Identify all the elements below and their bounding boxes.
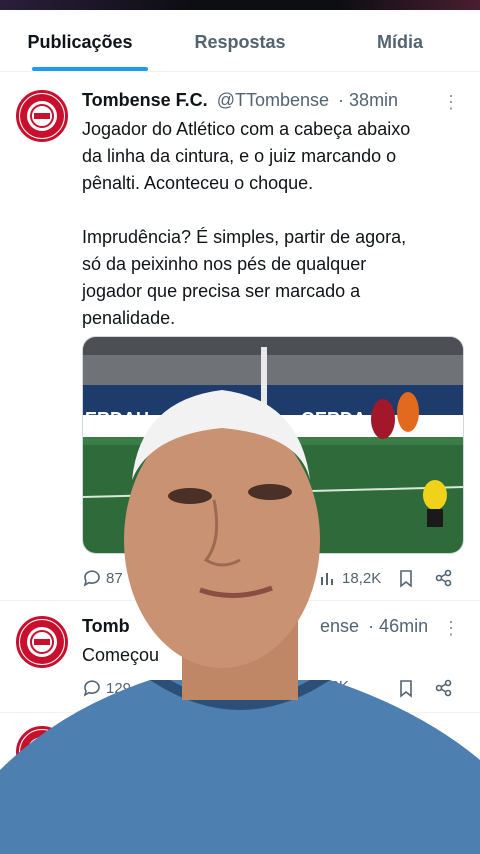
views-icon (321, 573, 333, 585)
text-line: penalidade. (82, 308, 176, 328)
bookmark-icon (400, 570, 412, 588)
divider (0, 600, 480, 601)
share-icon (435, 679, 452, 697)
reply-icon (83, 680, 100, 697)
text-line: jogador que precisa ser marcado a (82, 281, 361, 301)
avatar[interactable] (16, 90, 68, 142)
bookmark-button[interactable] (396, 678, 416, 698)
bookmark-button[interactable] (396, 568, 416, 588)
post-header: Tomb (82, 616, 130, 637)
club-crest-icon (20, 730, 64, 774)
text-line: só da peixinho nos pés de qualquer (82, 254, 367, 274)
share-icon (435, 569, 452, 587)
avatar[interactable] (16, 616, 68, 668)
reply-icon (83, 570, 100, 587)
text-line: da linha da cintura, e o juiz marcando o (82, 146, 397, 166)
text-line: Jogador do Atlético com a cabeça abaixo (82, 119, 411, 139)
tab-publicacoes[interactable]: Publicações (0, 10, 160, 71)
club-crest-icon (20, 620, 64, 664)
tab-label: Mídia (376, 32, 423, 52)
author-handle[interactable]: ense (320, 616, 359, 636)
post-actions: 129 1,2K (82, 678, 462, 702)
share-button[interactable] (434, 568, 454, 588)
views-count: 1,2K (318, 678, 349, 695)
tab-label: Respostas (194, 32, 286, 52)
reply-count: 129 (106, 679, 132, 697)
post-time: · 46min (368, 616, 429, 636)
views-count: 18,2K (342, 569, 382, 587)
tab-label: Publicações (27, 32, 133, 52)
author-handle[interactable]: @TTombense (217, 90, 329, 110)
tab-respostas[interactable]: Respostas (160, 10, 320, 71)
reply-button[interactable]: 129 (82, 678, 131, 698)
more-options-icon[interactable]: ⋮ (442, 618, 460, 639)
bookmark-icon (400, 680, 412, 698)
post-text: Jogador do Atlético com a cabeça abaixo … (82, 116, 467, 332)
active-tab-indicator (32, 67, 148, 71)
post-actions: 87 18,2K (82, 568, 462, 592)
football-match-image: ERDAU GERDA (83, 337, 463, 553)
text-line: pênalti. Aconteceu o choque. (82, 173, 314, 193)
post-media-image[interactable]: ERDAU GERDA (82, 336, 464, 554)
reply-count: 87 (106, 569, 123, 587)
avatar[interactable] (16, 726, 68, 778)
post-header-right: ense · 46min (316, 616, 428, 637)
club-crest-icon (20, 94, 64, 138)
share-button[interactable] (434, 678, 454, 698)
views-button[interactable]: 1,2K (318, 678, 349, 695)
post-header: Tombense F.C. @TTombense · 38min (82, 90, 398, 111)
board-text: GERDA (301, 409, 366, 429)
more-options-icon[interactable]: ⋮ (442, 92, 460, 113)
status-bar (0, 0, 480, 10)
views-button[interactable]: 18,2K (318, 568, 381, 588)
author-name[interactable]: Tombense F.C. (82, 90, 208, 110)
author-name[interactable]: Tomb (82, 616, 130, 636)
divider (0, 712, 480, 713)
text-line: Imprudência? É simples, partir de agora, (82, 227, 407, 247)
post-time: · 38min (338, 90, 399, 110)
post-text: Começou (82, 645, 160, 665)
profile-tabs: Publicações Respostas Mídia (0, 10, 480, 72)
tab-midia[interactable]: Mídia (320, 10, 480, 71)
reply-button[interactable]: 87 (82, 568, 123, 588)
board-text: ERDAU (85, 409, 149, 429)
